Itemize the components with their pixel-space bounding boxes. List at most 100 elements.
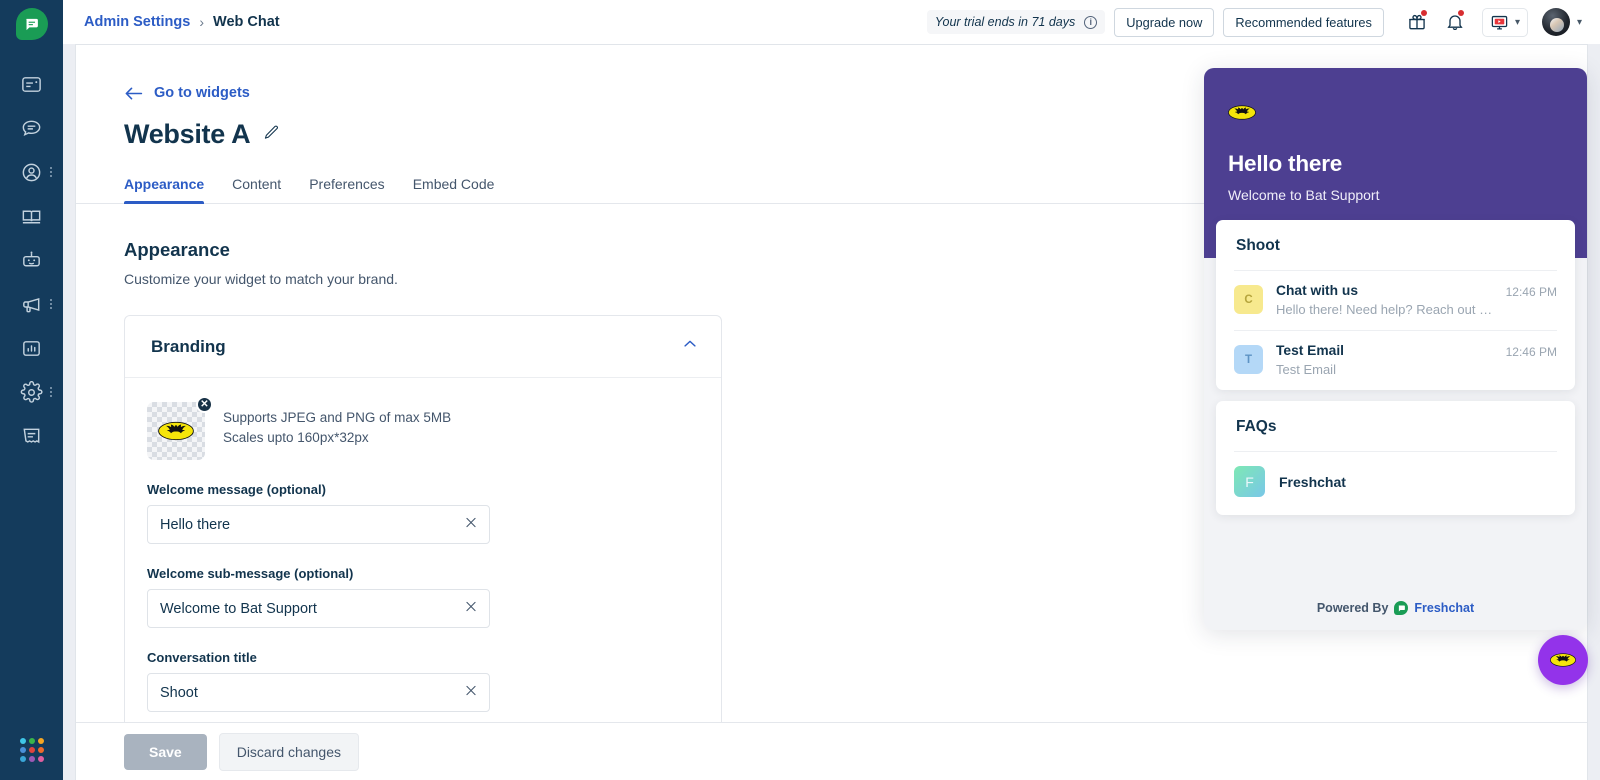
page-title: Website A [124, 119, 251, 149]
sidebar-item-conversations[interactable] [0, 106, 63, 150]
screen-share-button[interactable]: ▾ [1481, 7, 1528, 37]
freshworks-dots-logo-icon[interactable] [19, 738, 44, 762]
logo-upload-row: ✕ Supports JPEG and PNG of max 5MB Scale… [147, 396, 695, 460]
sidebar-item-inbox[interactable] [0, 62, 63, 106]
save-button[interactable]: Save [124, 733, 207, 770]
branding-card-title: Branding [151, 336, 226, 356]
tab-appearance[interactable]: Appearance [124, 176, 218, 204]
user-avatar-menu[interactable]: ▾ [1541, 8, 1582, 36]
conversation-preview: Test Email [1276, 362, 1336, 377]
faq-label: Freshchat [1279, 473, 1346, 490]
powered-by-footer: Powered By Freshchat [1204, 601, 1587, 615]
conversation-title-value: Shoot [160, 684, 198, 701]
conversation-text: Test Email Test Email [1276, 343, 1493, 377]
avatar [1541, 8, 1570, 36]
chevron-down-icon: ▾ [1514, 16, 1520, 28]
breadcrumb-admin-settings[interactable]: Admin Settings [84, 14, 190, 30]
freshchat-leaf-logo-icon [1394, 601, 1409, 615]
logo-help-line-2: Scales upto 160px*32px [223, 430, 369, 445]
breadcrumb-separator: › [199, 14, 205, 30]
gift-icon[interactable] [1398, 5, 1436, 39]
conversation-text: Chat with us Hello there! Need help? Rea… [1276, 283, 1493, 317]
powered-by-label: Powered By [1316, 601, 1389, 615]
top-bar-right: Your trial ends in 71 days i Upgrade now… [926, 5, 1582, 39]
discard-changes-button[interactable]: Discard changes [218, 732, 359, 771]
launcher-batman-logo-icon [1550, 653, 1576, 667]
left-sidebar [0, 0, 63, 780]
widget-headline: Hello there [1228, 151, 1343, 176]
arrow-left-icon [125, 87, 143, 99]
conversation-title-input[interactable]: Shoot [147, 673, 490, 712]
conversation-time: 12:46 PM [1505, 345, 1557, 359]
logo-thumbnail-wrap: ✕ [147, 396, 213, 460]
chat-widget-preview: Hello there Welcome to Bat Support Shoot… [1204, 68, 1587, 630]
widget-launcher-button[interactable] [1538, 635, 1588, 685]
bell-icon[interactable] [1436, 5, 1474, 39]
tab-embed-code[interactable]: Embed Code [399, 176, 509, 203]
trial-status: Your trial ends in 71 days i [926, 10, 1106, 34]
widget-subheadline: Welcome to Bat Support [1228, 187, 1380, 203]
widget-conversations-card: Shoot C Chat with us Hello there! Need h… [1216, 220, 1575, 390]
bell-badge-dot [1457, 10, 1464, 16]
clear-x-icon[interactable] [464, 599, 478, 618]
branding-card: Branding ✕ Supports JPEG and PNG of max … [124, 315, 722, 722]
tab-preferences[interactable]: Preferences [295, 176, 398, 203]
pencil-edit-icon[interactable] [263, 124, 280, 146]
go-to-widgets-label: Go to widgets [154, 85, 250, 101]
widget-faq-row[interactable]: F Freshchat [1216, 452, 1575, 515]
gift-badge-dot [1420, 10, 1427, 16]
logo-help-line-1: Supports JPEG and PNG of max 5MB [223, 410, 452, 425]
branding-card-header[interactable]: Branding [125, 316, 721, 378]
conversation-title-field: Conversation title Shoot [147, 650, 490, 712]
remove-logo-icon[interactable]: ✕ [196, 396, 213, 413]
widget-batman-logo-icon [1228, 104, 1258, 121]
chevron-up-icon[interactable] [681, 335, 699, 358]
sidebar-item-reports[interactable] [0, 414, 63, 458]
conversation-preview: Hello there! Need help? Reach out t… [1276, 302, 1493, 317]
sidebar-more-menu-contacts[interactable] [50, 167, 52, 177]
action-bar: Save Discard changes [76, 722, 1587, 780]
welcome-sub-message-field: Welcome sub-message (optional) Welcome t… [147, 566, 490, 628]
conversation-avatar: C [1234, 285, 1263, 314]
conversation-title: Test Email [1276, 343, 1344, 358]
sidebar-item-contacts[interactable] [0, 150, 63, 194]
sidebar-item-bots[interactable] [0, 238, 63, 282]
sidebar-nav [0, 62, 63, 458]
welcome-message-label: Welcome message (optional) [147, 482, 326, 497]
welcome-message-input[interactable]: Hello there [147, 505, 490, 544]
breadcrumb-current: Web Chat [213, 14, 280, 30]
welcome-sub-message-value: Welcome to Bat Support [160, 600, 317, 617]
top-bar: Admin Settings › Web Chat Your trial end… [63, 0, 1600, 44]
powered-by-brand[interactable]: Freshchat [1414, 601, 1474, 615]
widget-conversation-row[interactable]: T Test Email Test Email 12:46 PM [1216, 331, 1575, 390]
welcome-sub-message-input[interactable]: Welcome to Bat Support [147, 589, 490, 628]
sidebar-item-campaigns[interactable] [0, 282, 63, 326]
widget-conversation-row[interactable]: C Chat with us Hello there! Need help? R… [1216, 271, 1575, 330]
widget-faqs-card: FAQs F Freshchat [1216, 401, 1575, 515]
trial-text: Your trial ends in 71 days [934, 15, 1076, 29]
faq-avatar: F [1234, 466, 1265, 497]
upgrade-now-button[interactable]: Upgrade now [1114, 7, 1215, 37]
recommended-features-button[interactable]: Recommended features [1223, 7, 1384, 37]
conversation-title-label: Conversation title [147, 650, 257, 665]
branding-card-body: ✕ Supports JPEG and PNG of max 5MB Scale… [125, 378, 721, 722]
widget-conversations-title: Shoot [1236, 237, 1280, 254]
batman-logo [158, 421, 194, 441]
sidebar-more-menu-campaigns[interactable] [50, 299, 52, 309]
conversation-avatar: T [1234, 345, 1263, 374]
sidebar-more-menu-settings[interactable] [50, 387, 52, 397]
chevron-down-icon: ▾ [1576, 16, 1582, 28]
sidebar-item-knowledge-base[interactable] [0, 194, 63, 238]
freshchat-leaf-logo-icon[interactable] [15, 8, 48, 40]
sidebar-item-admin-settings[interactable] [0, 370, 63, 414]
breadcrumb: Admin Settings › Web Chat [84, 14, 280, 30]
batman-logo-icon[interactable] [147, 402, 205, 460]
widget-faqs-title: FAQs [1236, 418, 1277, 435]
tab-content[interactable]: Content [218, 176, 295, 203]
clear-x-icon[interactable] [464, 515, 478, 534]
welcome-sub-message-label: Welcome sub-message (optional) [147, 566, 354, 581]
sidebar-item-analytics[interactable] [0, 326, 63, 370]
conversation-title: Chat with us [1276, 283, 1359, 298]
clear-x-icon[interactable] [464, 683, 478, 702]
info-icon[interactable]: i [1084, 15, 1098, 29]
